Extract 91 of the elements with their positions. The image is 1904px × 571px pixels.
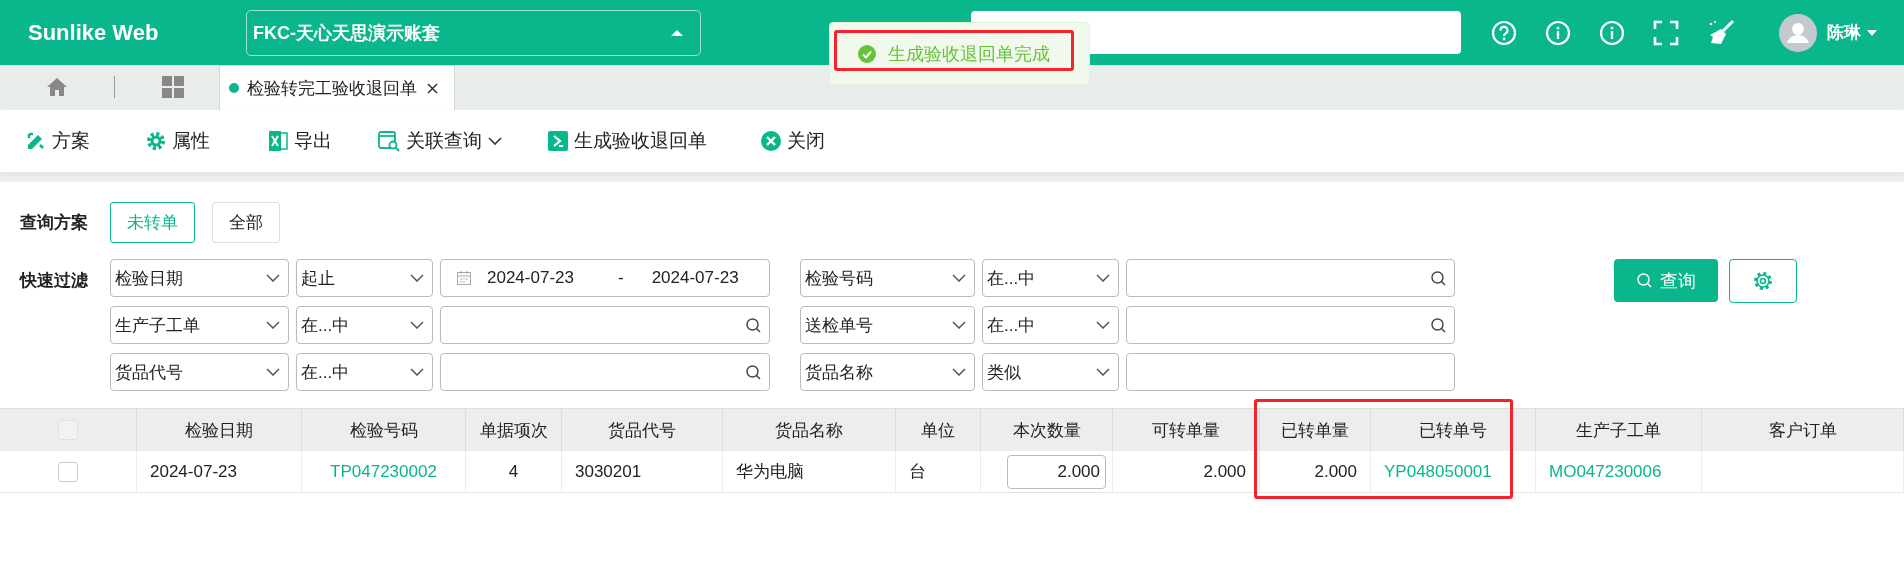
toolbar-button[interactable]: 属性 — [146, 128, 210, 154]
search-field[interactable] — [440, 306, 770, 344]
help-icon[interactable] — [1491, 19, 1517, 46]
tab-label: 检验转完工验收退回单 — [247, 77, 417, 100]
column-header[interactable]: 生产子工单 — [1576, 418, 1661, 442]
column-header[interactable]: 本次数量 — [1012, 418, 1081, 442]
table-cell: 4 — [508, 461, 519, 482]
search-field[interactable] — [440, 353, 770, 391]
search-icon — [746, 364, 761, 380]
chevron-down-icon — [266, 368, 280, 376]
settings-icon — [1752, 270, 1774, 292]
status-dot — [229, 83, 239, 93]
home-icon[interactable] — [46, 77, 68, 97]
field-select[interactable]: 检验号码 — [800, 259, 975, 297]
column-header[interactable]: 已转单量 — [1281, 418, 1349, 442]
toolbar-button[interactable]: 关联查询 — [378, 128, 502, 154]
toast-message: 生成验收退回单完成 — [888, 42, 1050, 66]
field-select[interactable]: 货品名称 — [800, 353, 975, 391]
column-header[interactable]: 单据项次 — [479, 418, 548, 442]
toolbar-button[interactable]: 方案 — [26, 128, 90, 154]
tab[interactable]: 检验转完工验收退回单 — [219, 65, 455, 110]
chevron-down-icon — [1096, 368, 1110, 376]
table-cell: 2024-07-23 — [150, 461, 237, 482]
chevron-down-icon — [952, 321, 966, 329]
checkbox[interactable] — [58, 461, 78, 482]
caret-icon — [1867, 29, 1877, 36]
fullscreen-icon[interactable] — [1653, 19, 1679, 46]
avatar-icon[interactable] — [1779, 13, 1817, 52]
field-select[interactable]: 货品代号 — [110, 353, 289, 391]
operator-select[interactable]: 在...中 — [982, 259, 1119, 297]
scheme-button[interactable]: 全部 — [212, 202, 280, 243]
close-icon[interactable] — [427, 82, 438, 94]
text-field[interactable] — [1126, 353, 1455, 391]
search-field[interactable] — [1126, 306, 1455, 344]
field-select[interactable]: 生产子工单 — [110, 306, 289, 344]
column-header[interactable]: 检验日期 — [185, 418, 253, 442]
pencil-ruler-icon — [26, 131, 46, 151]
calendar-icon — [457, 271, 471, 285]
quantity-field[interactable]: 2.000 — [1007, 454, 1106, 489]
grid-icon[interactable] — [162, 76, 184, 98]
arrow-box-icon — [548, 131, 568, 151]
filter-label: 快速过滤 — [20, 270, 89, 292]
date-range-field[interactable]: 2024-07-23 - 2024-07-23 — [440, 259, 770, 297]
field-select[interactable]: 送检单号 — [800, 306, 975, 344]
caret-icon — [670, 28, 684, 37]
operator-select[interactable]: 类似 — [982, 353, 1119, 391]
spreadsheet-icon — [268, 130, 288, 152]
operator-select[interactable]: 在...中 — [982, 306, 1119, 344]
column-header[interactable]: 单位 — [921, 418, 955, 442]
column-header[interactable]: 已转单号 — [1419, 418, 1487, 442]
table-cell-text: 华为电脑 — [736, 461, 804, 483]
toolbar-button[interactable]: 导出 — [268, 128, 332, 154]
table-cell: 3030201 — [575, 461, 642, 482]
table-cell: 2.000 — [1314, 461, 1357, 482]
search-icon — [1431, 317, 1446, 333]
column-header[interactable]: 可转单量 — [1152, 418, 1220, 442]
toolbar-button[interactable]: 生成验收退回单 — [548, 128, 707, 154]
chevron-down-icon — [266, 321, 280, 329]
chevron-down-icon — [1096, 321, 1110, 329]
success-icon — [858, 44, 876, 63]
chevron-down-icon — [266, 274, 280, 282]
chevron-down-icon — [410, 368, 424, 376]
info-icon[interactable] — [1545, 19, 1571, 46]
settings-icon — [146, 131, 166, 151]
search-field[interactable] — [1126, 259, 1455, 297]
chevron-down-icon — [410, 321, 424, 329]
search-icon — [1431, 270, 1446, 286]
settings-button[interactable] — [1729, 259, 1797, 303]
info-icon[interactable] — [1599, 19, 1625, 46]
chevron-down-icon — [952, 368, 966, 376]
column-header[interactable]: 货品代号 — [608, 418, 676, 442]
close-icon — [761, 131, 781, 151]
field-select[interactable]: 检验日期 — [110, 259, 289, 297]
table-cell-text: 台 — [909, 461, 926, 483]
operator-select[interactable]: 在...中 — [296, 353, 433, 391]
operator-select[interactable]: 起止 — [296, 259, 433, 297]
search-icon — [746, 317, 761, 333]
column-header[interactable]: 货品名称 — [775, 418, 843, 442]
table-cell: 2.000 — [1203, 461, 1246, 482]
chevron-down-icon — [410, 274, 424, 282]
brand-name: Sunlike Web — [28, 19, 160, 46]
search-icon — [1636, 273, 1652, 288]
operator-select[interactable]: 在...中 — [296, 306, 433, 344]
column-header[interactable]: 客户订单 — [1768, 418, 1837, 442]
query-label: 查询方案 — [20, 212, 89, 234]
broom-icon[interactable] — [1707, 18, 1735, 47]
chevron-down-icon — [952, 274, 966, 282]
chevron-down-icon — [1096, 274, 1110, 282]
window-search-icon — [378, 130, 400, 152]
column-header[interactable]: 检验号码 — [349, 418, 418, 442]
toolbar-button[interactable]: 关闭 — [761, 128, 825, 154]
